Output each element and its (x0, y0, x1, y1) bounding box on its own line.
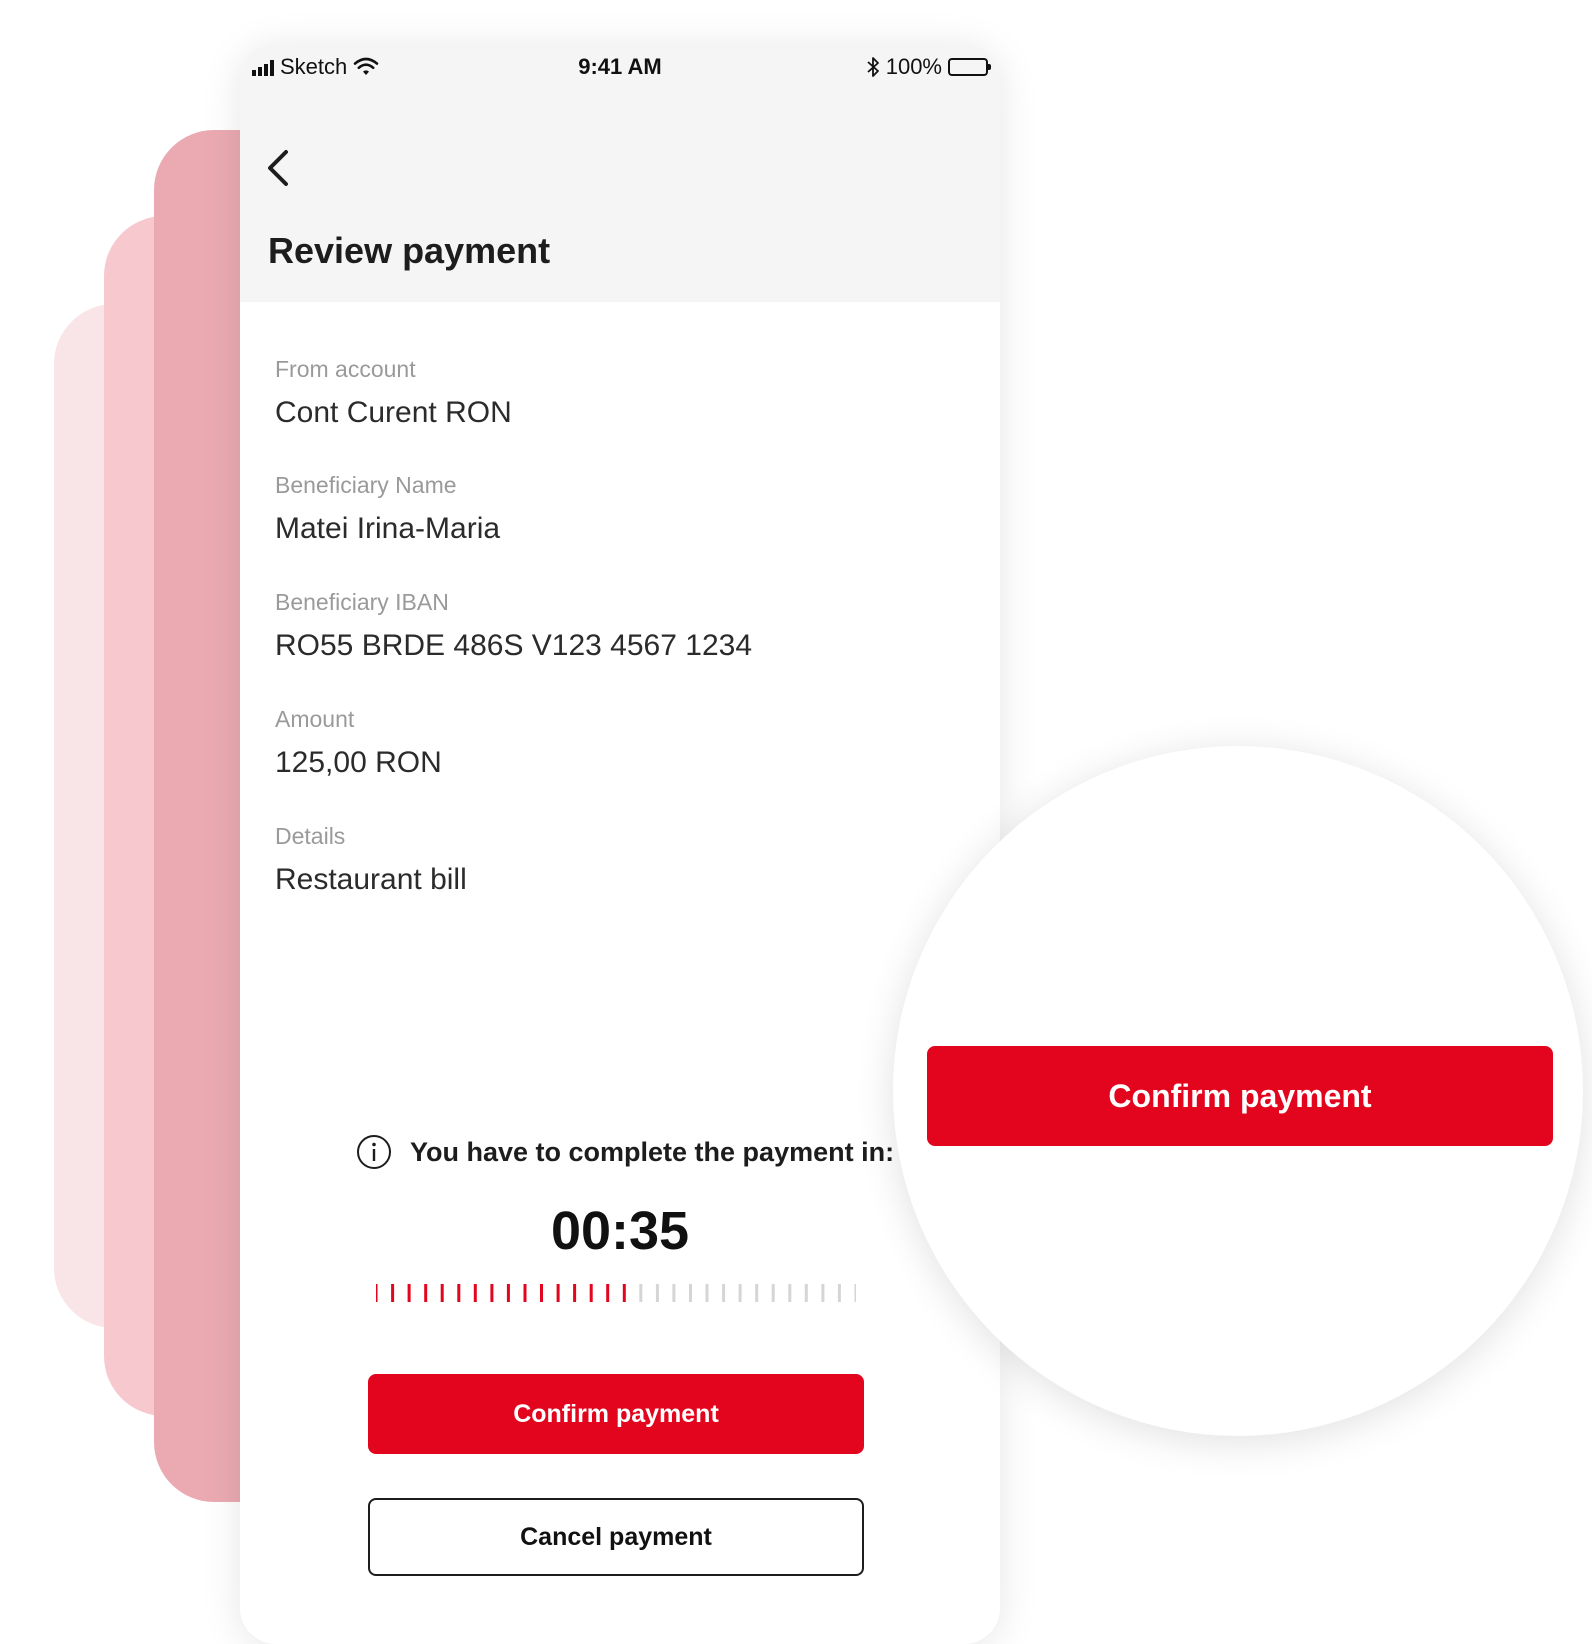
progress-tick-remaining (672, 1284, 676, 1302)
cancel-payment-button[interactable]: Cancel payment (368, 1498, 864, 1576)
progress-tick-elapsed (556, 1284, 560, 1302)
beneficiary-iban-value: RO55 BRDE 486S V123 4567 1234 (275, 629, 752, 662)
status-right: 100% (866, 54, 991, 80)
countdown-message: You have to complete the payment in: (410, 1136, 895, 1167)
progress-tick-elapsed (407, 1284, 411, 1302)
progress-tick-elapsed (589, 1284, 593, 1302)
progress-tick-elapsed (490, 1284, 494, 1302)
bluetooth-icon (867, 57, 879, 77)
progress-tick-remaining (722, 1284, 726, 1302)
progress-tick-elapsed (523, 1284, 527, 1302)
progress-tick-elapsed (440, 1284, 444, 1302)
zoom-confirm-payment-button[interactable]: Confirm payment (927, 1046, 1553, 1146)
progress-tick-remaining (639, 1284, 643, 1302)
beneficiary-iban-label: Beneficiary IBAN (275, 589, 449, 615)
info-icon (357, 1135, 391, 1169)
progress-tick-remaining (821, 1284, 825, 1302)
amount-label: Amount (275, 706, 355, 732)
progress-tick-remaining (755, 1284, 759, 1302)
countdown-timer: 00:35 (550, 1201, 690, 1261)
from-account-value: Cont Curent RON (275, 396, 512, 429)
from-account-label: From account (275, 356, 416, 382)
progress-tick-remaining (788, 1284, 792, 1302)
zoom-callout: Confirm payment (893, 746, 1583, 1436)
page-title: Review payment (268, 230, 551, 271)
battery-icon (948, 58, 991, 76)
progress-tick-elapsed (622, 1284, 626, 1302)
back-arrow-icon[interactable] (260, 144, 300, 192)
progress-tick-remaining (689, 1284, 692, 1302)
progress-tick-remaining (771, 1284, 775, 1302)
progress-tick-elapsed (376, 1284, 378, 1302)
progress-tick-elapsed (540, 1284, 543, 1302)
progress-tick-remaining (837, 1284, 841, 1302)
progress-tick-remaining (804, 1284, 808, 1302)
progress-tick-elapsed (606, 1284, 610, 1302)
beneficiary-name-value: Matei Irina-Maria (275, 512, 501, 545)
countdown-message-row: You have to complete the payment in: (356, 1134, 894, 1170)
progress-tick-elapsed (424, 1284, 428, 1302)
amount-value: 125,00 RON (275, 746, 442, 779)
countdown-progress (376, 1284, 856, 1302)
details-label: Details (275, 823, 346, 849)
details-value: Restaurant bill (275, 863, 467, 896)
progress-tick-elapsed (506, 1284, 510, 1302)
progress-tick-remaining (655, 1284, 659, 1302)
beneficiary-name-label: Beneficiary Name (275, 472, 457, 498)
confirm-payment-button[interactable]: Confirm payment (368, 1374, 864, 1454)
progress-tick-elapsed (573, 1284, 577, 1302)
phone-screen: Sketch 9:41 AM 100% Review payment From … (240, 44, 1000, 1644)
progress-tick-elapsed (457, 1284, 461, 1302)
status-bar: Sketch 9:41 AM 100% (240, 44, 1000, 88)
progress-tick-elapsed (473, 1284, 477, 1302)
progress-tick-remaining (854, 1284, 856, 1302)
progress-tick-remaining (738, 1284, 742, 1302)
progress-tick-remaining (705, 1284, 709, 1302)
battery-percent: 100% (885, 54, 942, 79)
progress-tick-elapsed (391, 1284, 395, 1302)
